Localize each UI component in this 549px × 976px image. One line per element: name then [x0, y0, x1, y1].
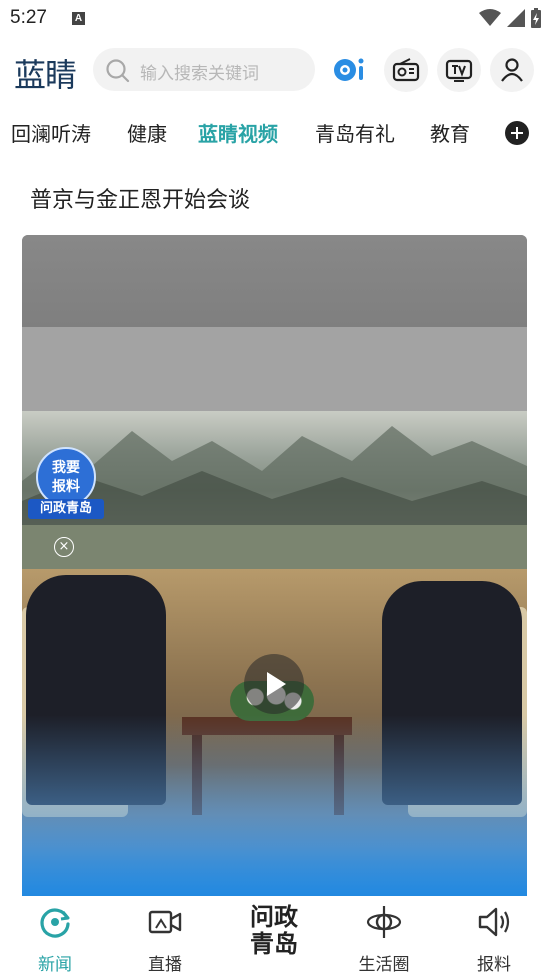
nav-report[interactable]: 报料 — [444, 902, 544, 975]
status-bar: 5:27 A — [0, 0, 549, 36]
radio-button[interactable] — [384, 48, 428, 92]
report-badge-circle: 我要 报料 — [36, 447, 96, 507]
add-channel-icon[interactable] — [505, 121, 529, 145]
tab-health[interactable]: 健康 — [127, 118, 167, 147]
megaphone-icon — [478, 907, 510, 937]
status-indicator: A — [72, 12, 85, 25]
wall-panel — [22, 525, 527, 569]
signal-icon — [507, 9, 525, 27]
wifi-icon — [479, 9, 501, 26]
play-button[interactable] — [244, 654, 304, 714]
user-icon — [501, 58, 523, 82]
tv-button[interactable] — [437, 48, 481, 92]
video-player[interactable]: 我要 报料 问政青岛 × — [22, 235, 527, 896]
article-title[interactable]: 普京与金正恩开始会谈 — [30, 182, 250, 214]
ai-assistant-icon — [334, 58, 364, 81]
video-frame-strip — [22, 327, 527, 411]
nav-brand-line1: 问政 — [250, 903, 298, 931]
tab-lanjing-video[interactable]: 蓝睛视频 — [198, 118, 278, 147]
status-time: 5:27 — [10, 7, 47, 28]
nav-life-circle-label: 生活圈 — [358, 955, 410, 975]
radio-icon — [392, 58, 420, 82]
app-logo[interactable]: 蓝睛 — [14, 50, 77, 96]
channel-tabs: 回澜听涛 健康 蓝睛视频 青岛有礼 教育 — [0, 114, 549, 154]
live-camera-icon — [148, 910, 182, 934]
life-circle-icon — [366, 906, 402, 938]
news-icon — [40, 908, 70, 938]
video-gradient-overlay — [22, 715, 527, 896]
report-badge[interactable]: 我要 报料 问政青岛 — [28, 445, 104, 521]
nav-life-circle[interactable]: 生活圈 — [334, 902, 434, 975]
tab-qingdao-gifts[interactable]: 青岛有礼 — [315, 118, 395, 147]
search-bar[interactable]: 输入搜索关键词 — [93, 48, 315, 91]
report-badge-line1: 我要 — [52, 460, 80, 476]
tab-education[interactable]: 教育 — [430, 118, 470, 147]
app-header: 蓝睛 输入搜索关键词 — [0, 44, 549, 96]
battery-charging-icon — [531, 8, 541, 28]
play-icon — [267, 672, 286, 696]
video-frame-top — [22, 235, 527, 327]
report-badge-line2: 报料 — [52, 479, 80, 495]
search-icon — [106, 59, 130, 83]
nav-wenzheng-qingdao[interactable]: 问政 青岛 — [222, 904, 326, 958]
close-icon[interactable]: × — [54, 537, 74, 557]
nav-report-label: 报料 — [477, 955, 511, 975]
report-badge-brand: 问政青岛 — [28, 499, 104, 519]
nav-brand-line2: 青岛 — [250, 930, 298, 958]
tv-icon — [445, 59, 473, 82]
nav-live[interactable]: 直播 — [115, 902, 215, 975]
nav-live-label: 直播 — [148, 955, 182, 975]
search-placeholder: 输入搜索关键词 — [140, 64, 259, 84]
nav-news-label: 新闻 — [38, 955, 72, 975]
nav-news[interactable]: 新闻 — [5, 902, 105, 975]
ai-assistant-button[interactable] — [328, 48, 372, 92]
status-icons — [479, 8, 541, 28]
tab-huilan[interactable]: 回澜听涛 — [11, 118, 91, 147]
profile-button[interactable] — [490, 48, 534, 92]
